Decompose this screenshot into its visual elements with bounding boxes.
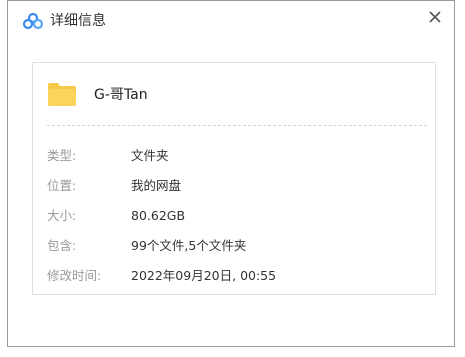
baidu-netdisk-cloud-icon [22, 12, 44, 30]
detail-value: 80.62GB [131, 208, 186, 223]
file-name: G-哥Tan [94, 87, 148, 103]
divider [47, 125, 427, 126]
detail-value: 99个文件,5个文件夹 [131, 238, 247, 253]
detail-label: 类型: [47, 148, 77, 163]
detail-value: 文件夹 [131, 148, 169, 163]
detail-value: 我的网盘 [131, 178, 182, 193]
detail-label: 修改时间: [47, 268, 102, 283]
detail-label: 包含: [47, 238, 77, 253]
details-card: G-哥Tan 类型: 文件夹 位置: 我的网盘 大小: 80.62GB 包含: … [32, 62, 436, 295]
detail-label: 位置: [47, 178, 77, 193]
detail-value: 2022年09月20日, 00:55 [131, 268, 277, 283]
dialog-title: 详细信息 [50, 13, 106, 29]
dialog-titlebar: 详细信息 [8, 1, 454, 41]
close-icon[interactable] [426, 8, 444, 26]
folder-icon [47, 81, 77, 107]
details-dialog: 详细信息 G-哥Tan 类型: 文件夹 位置: 我的网盘 大小: 80.62GB [7, 0, 455, 347]
detail-label: 大小: [47, 208, 77, 223]
